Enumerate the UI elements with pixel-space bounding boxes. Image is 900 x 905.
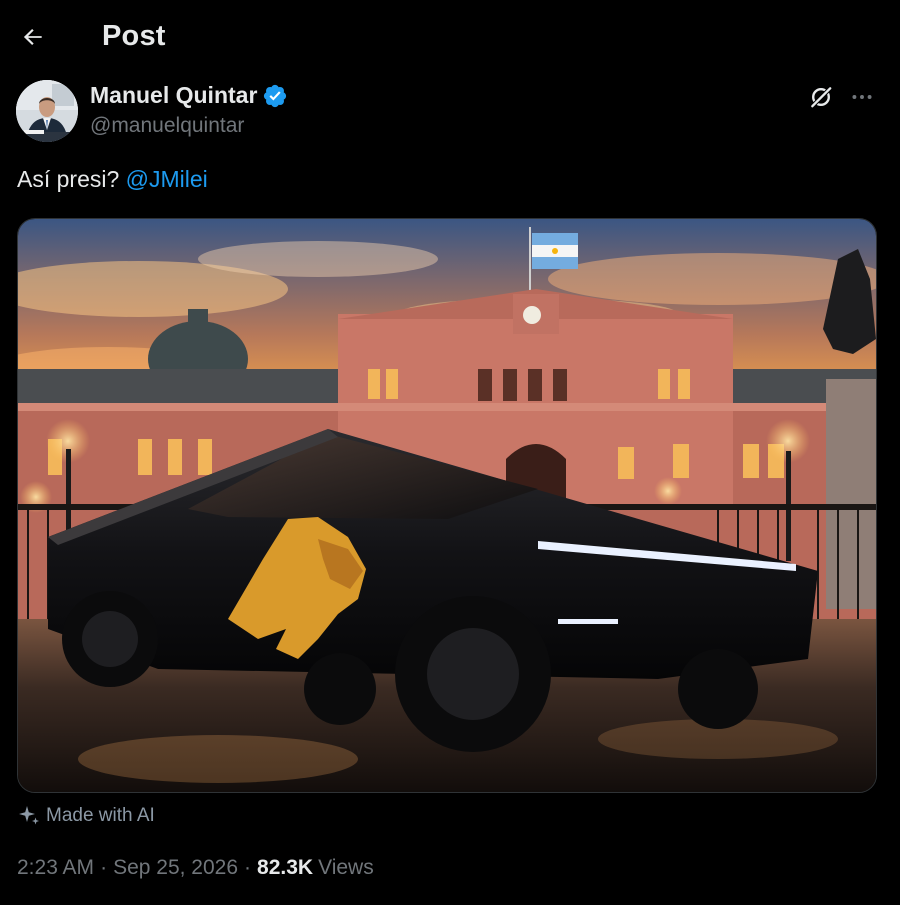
- grok-button[interactable]: [806, 82, 836, 112]
- views-count[interactable]: 82.3K: [257, 856, 313, 880]
- tweet-text: Así presi? @JMilei: [17, 166, 208, 193]
- post-image[interactable]: [17, 218, 877, 793]
- separator: ·: [100, 856, 108, 879]
- arrow-left-icon: [23, 28, 42, 46]
- post-meta: 2:23 AM · Sep 25, 2026 · 82.3K Views: [17, 856, 374, 880]
- mention-link[interactable]: @JMilei: [126, 166, 208, 192]
- post-date[interactable]: Sep 25, 2026: [113, 856, 238, 880]
- ai-label: Made with AI: [17, 804, 155, 828]
- author-handle[interactable]: @manuelquintar: [90, 114, 244, 138]
- sparkle-icon: [17, 804, 41, 828]
- top-bar: Post: [0, 0, 900, 76]
- author-name-text: Manuel Quintar: [90, 82, 258, 108]
- views-label: Views: [318, 856, 374, 879]
- avatar[interactable]: [16, 80, 78, 142]
- back-button[interactable]: [14, 18, 52, 56]
- more-button[interactable]: [846, 82, 878, 112]
- post-time[interactable]: 2:23 AM: [17, 856, 94, 880]
- separator: ·: [244, 856, 252, 879]
- author-name[interactable]: Manuel Quintar: [90, 82, 288, 109]
- grok-icon: [810, 86, 833, 109]
- tweet-body: Así presi?: [17, 166, 120, 192]
- ai-label-text: Made with AI: [46, 805, 155, 826]
- more-horizontal-icon: [852, 95, 872, 99]
- verified-badge-icon: [262, 83, 288, 109]
- post-detail-screen: Post Manuel Quintar @manuelquintar Así p…: [0, 0, 900, 905]
- page-title: Post: [102, 20, 166, 52]
